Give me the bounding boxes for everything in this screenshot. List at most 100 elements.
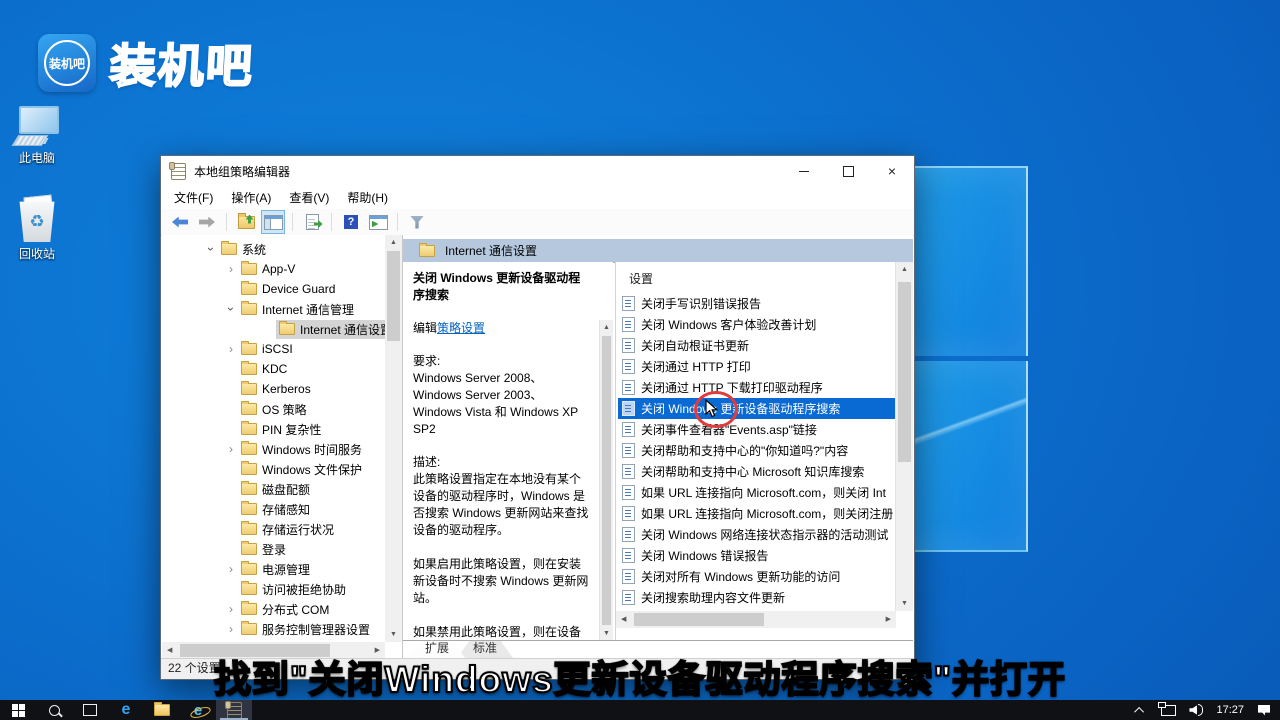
setting-row[interactable]: 如果 URL 连接指向 Microsoft.com，则关闭 Int: [618, 482, 896, 503]
policy-doc-icon: [622, 338, 635, 353]
chevron-icon[interactable]: [224, 603, 238, 615]
windows-logo-icon: [12, 704, 25, 717]
chevron-icon[interactable]: [224, 263, 238, 275]
chevron-icon[interactable]: [224, 623, 238, 635]
desktop-icon-this-pc[interactable]: 此电脑: [4, 106, 70, 166]
setting-row[interactable]: 关闭事件查看器"Events.asp"链接: [618, 419, 896, 440]
task-view-button[interactable]: [72, 700, 108, 720]
close-button[interactable]: ×: [870, 156, 914, 186]
tree-item[interactable]: OS 策略: [162, 399, 385, 419]
policy-doc-icon: [622, 590, 635, 605]
tree-item[interactable]: 存储感知: [162, 499, 385, 519]
folder-icon: [241, 483, 257, 495]
taskbar-clock[interactable]: 17:27: [1212, 704, 1248, 716]
toolbar-button[interactable]: [397, 213, 398, 231]
setting-row[interactable]: 关闭手写识别错误报告: [618, 293, 896, 314]
taskbar-search-button[interactable]: [36, 700, 72, 720]
filter-icon[interactable]: [405, 210, 429, 234]
setting-row[interactable]: 如果 URL 连接指向 Microsoft.com，则关闭注册: [618, 503, 896, 524]
folder-icon: [241, 443, 257, 455]
action-center-button[interactable]: [1252, 700, 1276, 720]
tree-item[interactable]: 系统: [162, 239, 385, 259]
menu-item[interactable]: 查看(V): [280, 187, 338, 209]
setting-row[interactable]: 关闭 Windows 错误报告: [618, 545, 896, 566]
tree-item[interactable]: PIN 复杂性: [162, 419, 385, 439]
setting-row[interactable]: 关闭帮助和支持中心的"你知道吗?"内容: [618, 440, 896, 461]
setting-row[interactable]: 关闭通过 HTTP 打印: [618, 356, 896, 377]
tree-item[interactable]: Windows 时间服务: [162, 439, 385, 459]
folder-icon: [241, 603, 257, 615]
tree-vertical-scrollbar[interactable]: ▲▼: [385, 235, 402, 642]
minimize-button[interactable]: [782, 156, 826, 186]
tree-item[interactable]: Windows 文件保护: [162, 459, 385, 479]
tree-item[interactable]: 磁盘配额: [162, 479, 385, 499]
folder-icon: [241, 303, 257, 315]
tree-item[interactable]: KDC: [162, 359, 385, 379]
gpedit-taskbar-button[interactable]: [216, 700, 252, 720]
edge-button[interactable]: e: [108, 700, 144, 720]
gpedit-icon: [227, 702, 242, 719]
tree-item[interactable]: Kerberos: [162, 379, 385, 399]
title-bar[interactable]: 本地组策略编辑器 ×: [161, 156, 914, 186]
tree-item[interactable]: Internet 通信设置: [162, 319, 385, 339]
tree-item[interactable]: Device Guard: [162, 279, 385, 299]
maximize-button[interactable]: [826, 156, 870, 186]
folder-icon: [241, 383, 257, 395]
menu-item[interactable]: 文件(F): [165, 187, 222, 209]
policy-settings-link[interactable]: 策略设置: [437, 321, 485, 335]
menu-item[interactable]: 帮助(H): [338, 187, 397, 209]
policy-doc-icon: [622, 317, 635, 332]
tray-expand-button[interactable]: [1128, 700, 1152, 720]
toolbar-button[interactable]: [331, 213, 332, 231]
export-list-icon[interactable]: [300, 210, 324, 234]
chevron-icon[interactable]: [224, 343, 238, 355]
tree-item[interactable]: 访问被拒绝协助: [162, 579, 385, 599]
tree-item-label: KDC: [262, 362, 287, 376]
settings-horizontal-scrollbar[interactable]: ◀▶: [616, 611, 896, 628]
back-icon[interactable]: [168, 210, 192, 234]
folder-icon: [241, 623, 257, 635]
file-explorer-button[interactable]: [144, 700, 180, 720]
settings-column-header[interactable]: 设置: [629, 270, 653, 287]
setting-label: 关闭手写识别错误报告: [641, 295, 761, 312]
setting-row[interactable]: 关闭通过 HTTP 下载打印驱动程序: [618, 377, 896, 398]
up-one-level-icon[interactable]: [234, 210, 258, 234]
chevron-icon[interactable]: [225, 302, 237, 316]
toolbar-button[interactable]: [292, 213, 293, 231]
setting-label: 关闭搜索助理内容文件更新: [641, 589, 785, 606]
menu-item[interactable]: 操作(A): [222, 187, 280, 209]
chevron-icon[interactable]: [205, 242, 217, 256]
forward-icon[interactable]: [195, 210, 219, 234]
tree-item[interactable]: Internet 通信管理: [162, 299, 385, 319]
tree-item[interactable]: iSCSI: [162, 339, 385, 359]
setting-row[interactable]: 关闭 Windows 客户体验改善计划: [618, 314, 896, 335]
network-tray-button[interactable]: [1156, 700, 1180, 720]
help-icon[interactable]: [339, 210, 363, 234]
start-button[interactable]: [0, 700, 36, 720]
tree-item[interactable]: App-V: [162, 259, 385, 279]
volume-tray-button[interactable]: [1184, 700, 1208, 720]
tree-item[interactable]: 分布式 COM: [162, 599, 385, 619]
toolbar-button[interactable]: [226, 213, 227, 231]
setting-row[interactable]: 关闭搜索助理内容文件更新: [618, 587, 896, 608]
extended-pane-icon[interactable]: [366, 210, 390, 234]
desktop-icon-recycle-bin[interactable]: ♻ 回收站: [4, 200, 70, 262]
show-console-tree-icon[interactable]: [261, 210, 285, 234]
window-title: 本地组策略编辑器: [194, 163, 782, 180]
chevron-icon[interactable]: [224, 443, 238, 455]
tree-item[interactable]: 电源管理: [162, 559, 385, 579]
setting-row[interactable]: 关闭 Windows 更新设备驱动程序搜索: [618, 398, 896, 419]
settings-vertical-scrollbar[interactable]: ▲▼: [895, 262, 913, 611]
setting-row[interactable]: 关闭自动根证书更新: [618, 335, 896, 356]
setting-row[interactable]: 关闭帮助和支持中心 Microsoft 知识库搜索: [618, 461, 896, 482]
tree-item[interactable]: 登录: [162, 539, 385, 559]
desktop-icon-label: 回收站: [4, 245, 70, 262]
description-scrollbar[interactable]: ▲▼: [599, 320, 613, 641]
tree-item[interactable]: 存储运行状况: [162, 519, 385, 539]
internet-explorer-button[interactable]: e: [180, 700, 216, 720]
chevron-icon[interactable]: [224, 563, 238, 575]
setting-row[interactable]: 关闭对所有 Windows 更新功能的访问: [618, 566, 896, 587]
tree-item[interactable]: 服务控制管理器设置: [162, 619, 385, 639]
console-tree-pane: 系统 App-V Device Guard: [162, 235, 403, 659]
setting-row[interactable]: 关闭 Windows 网络连接状态指示器的活动测试: [618, 524, 896, 545]
